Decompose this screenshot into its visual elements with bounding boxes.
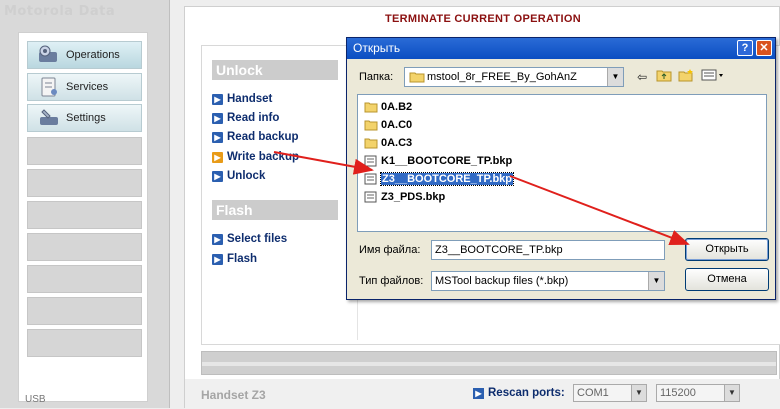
folder-icon: [364, 120, 378, 131]
open-button[interactable]: Открыть: [685, 238, 769, 261]
settings-icon: [40, 109, 58, 125]
menu-item-label: Select files: [227, 233, 288, 245]
port-select[interactable]: COM1 ▼: [573, 384, 647, 402]
menu-item-label: Read backup: [227, 131, 299, 143]
status-bar: Handset Z3 ▶ Rescan ports: COM1 ▼ 115200…: [185, 379, 780, 409]
sidebar-empty-slot: [27, 233, 142, 261]
sidebar-item-label: Operations: [66, 49, 120, 61]
lookin-label: Папка:: [359, 71, 394, 83]
dialog-title: Открыть: [353, 41, 401, 55]
lookin-value: mstool_8r_FREE_By_GohAnZ: [427, 71, 577, 83]
menu-item-label: Write backup: [227, 151, 299, 163]
menu-item-label: Flash: [227, 253, 258, 265]
chevron-down-icon: ▼: [607, 68, 623, 86]
filename-label: Имя файла:: [359, 244, 421, 256]
arrow-right-icon: ▶: [212, 253, 223, 265]
filetype-label: Тип файлов:: [359, 275, 424, 287]
folder-icon: [364, 138, 378, 149]
port-value: COM1: [577, 387, 609, 399]
folder-item-0a-c0[interactable]: 0A.C0: [364, 117, 412, 133]
file-name: 0A.C3: [381, 137, 413, 149]
file-icon: [364, 155, 377, 167]
file-name: Z3__BOOTCORE_TP.bkp: [380, 172, 514, 186]
menu-item-read-backup[interactable]: ▶ Read backup: [212, 128, 299, 146]
sidebar: Motorola Data Operations Services Settin…: [0, 0, 170, 408]
app-title: Motorola Data: [4, 4, 116, 19]
arrow-right-icon: ▶: [212, 170, 223, 182]
folder-item-0a-c3[interactable]: 0A.C3: [364, 135, 412, 151]
chevron-down-icon: ▼: [724, 385, 739, 401]
file-item-z3-bootcore[interactable]: Z3__BOOTCORE_TP.bkp: [364, 171, 514, 187]
arrow-right-icon: ▶: [212, 131, 223, 143]
lookin-select[interactable]: mstool_8r_FREE_By_GohAnZ ▼: [404, 67, 624, 87]
filetype-value: MSTool backup files (*.bkp): [435, 275, 569, 287]
filename-input[interactable]: Z3__BOOTCORE_TP.bkp: [431, 240, 665, 260]
filetype-select[interactable]: MSTool backup files (*.bkp) ▼: [431, 271, 665, 291]
terminate-operation-button[interactable]: TERMINATE CURRENT OPERATION: [185, 7, 780, 31]
open-file-dialog: Открыть ? ✕ Папка: mstool_8r_FREE_By_Goh…: [346, 37, 776, 300]
baud-value: 115200: [660, 387, 696, 399]
rescan-ports-button[interactable]: ▶ Rescan ports:: [473, 387, 565, 399]
cancel-button[interactable]: Отмена: [685, 268, 769, 291]
menu-item-handset[interactable]: ▶ Handset: [212, 90, 272, 108]
services-icon: [41, 77, 57, 97]
unlock-group-header: Unlock: [212, 60, 338, 80]
operations-icon: [39, 45, 57, 62]
menu-item-label: Unlock: [227, 170, 266, 182]
sidebar-empty-slot: [27, 201, 142, 229]
menu-item-unlock[interactable]: ▶ Unlock: [212, 167, 265, 185]
sidebar-panel: Operations Services Settings: [18, 32, 148, 402]
close-button[interactable]: ✕: [756, 40, 772, 56]
handset-label: Handset Z3: [201, 388, 266, 402]
menu-item-label: Handset: [227, 93, 273, 105]
sidebar-item-settings[interactable]: Settings: [27, 104, 142, 132]
file-item-k1-bootcore[interactable]: K1__BOOTCORE_TP.bkp: [364, 153, 512, 169]
sidebar-empty-slot: [27, 297, 142, 325]
file-icon: [364, 191, 377, 203]
folder-icon: [364, 102, 378, 113]
baud-select[interactable]: 115200 ▼: [656, 384, 740, 402]
folder-item-0a-b2[interactable]: 0A.B2: [364, 99, 412, 115]
rescan-ports-label: Rescan ports:: [488, 387, 565, 399]
flash-group-header: Flash: [212, 200, 338, 220]
help-button[interactable]: ?: [737, 40, 753, 56]
file-item-z3-pds[interactable]: Z3_PDS.bkp: [364, 189, 445, 205]
back-icon[interactable]: ⇦: [632, 68, 652, 86]
connection-label: USB: [25, 394, 46, 405]
sidebar-empty-slot: [27, 169, 142, 197]
sidebar-empty-slot: [27, 137, 142, 165]
file-name: Z3_PDS.bkp: [381, 191, 446, 203]
operations-menu: Unlock ▶ Handset ▶ Read info ▶ Read back…: [208, 54, 358, 340]
arrow-right-icon: ▶: [212, 233, 223, 245]
file-icon: [364, 173, 377, 185]
sidebar-empty-slot: [27, 329, 142, 357]
file-list: 0A.B2 0A.C0 0A.C3 K1__BOOTCORE_TP.bkp Z3…: [357, 94, 767, 232]
arrow-right-icon: ▶: [212, 112, 223, 124]
folder-icon: [409, 72, 425, 83]
chevron-down-icon: ▼: [631, 385, 646, 401]
file-name: K1__BOOTCORE_TP.bkp: [381, 155, 513, 167]
sidebar-item-operations[interactable]: Operations: [27, 41, 142, 69]
file-name: 0A.C0: [381, 119, 413, 131]
arrow-right-icon: ▶: [212, 93, 223, 105]
menu-item-write-backup[interactable]: ▶ Write backup: [212, 148, 299, 166]
sidebar-item-label: Settings: [66, 112, 106, 124]
view-menu-icon[interactable]: [700, 68, 726, 86]
sidebar-item-label: Services: [66, 81, 109, 93]
sidebar-item-services[interactable]: Services: [27, 73, 142, 101]
menu-item-read-info[interactable]: ▶ Read info: [212, 109, 279, 127]
chevron-down-icon: ▼: [648, 272, 664, 290]
log-area: [201, 351, 777, 375]
up-folder-icon[interactable]: [654, 68, 674, 86]
menu-item-flash[interactable]: ▶ Flash: [212, 250, 257, 268]
arrow-right-icon: ▶: [473, 387, 484, 399]
sidebar-empty-slot: [27, 265, 142, 293]
dialog-titlebar: Открыть ? ✕: [347, 38, 775, 59]
arrow-right-icon: ▶: [212, 151, 223, 163]
menu-item-label: Read info: [227, 112, 280, 124]
new-folder-icon[interactable]: [676, 68, 696, 86]
file-name: 0A.B2: [381, 101, 413, 113]
filename-value: Z3__BOOTCORE_TP.bkp: [435, 244, 563, 256]
menu-item-select-files[interactable]: ▶ Select files: [212, 230, 287, 248]
